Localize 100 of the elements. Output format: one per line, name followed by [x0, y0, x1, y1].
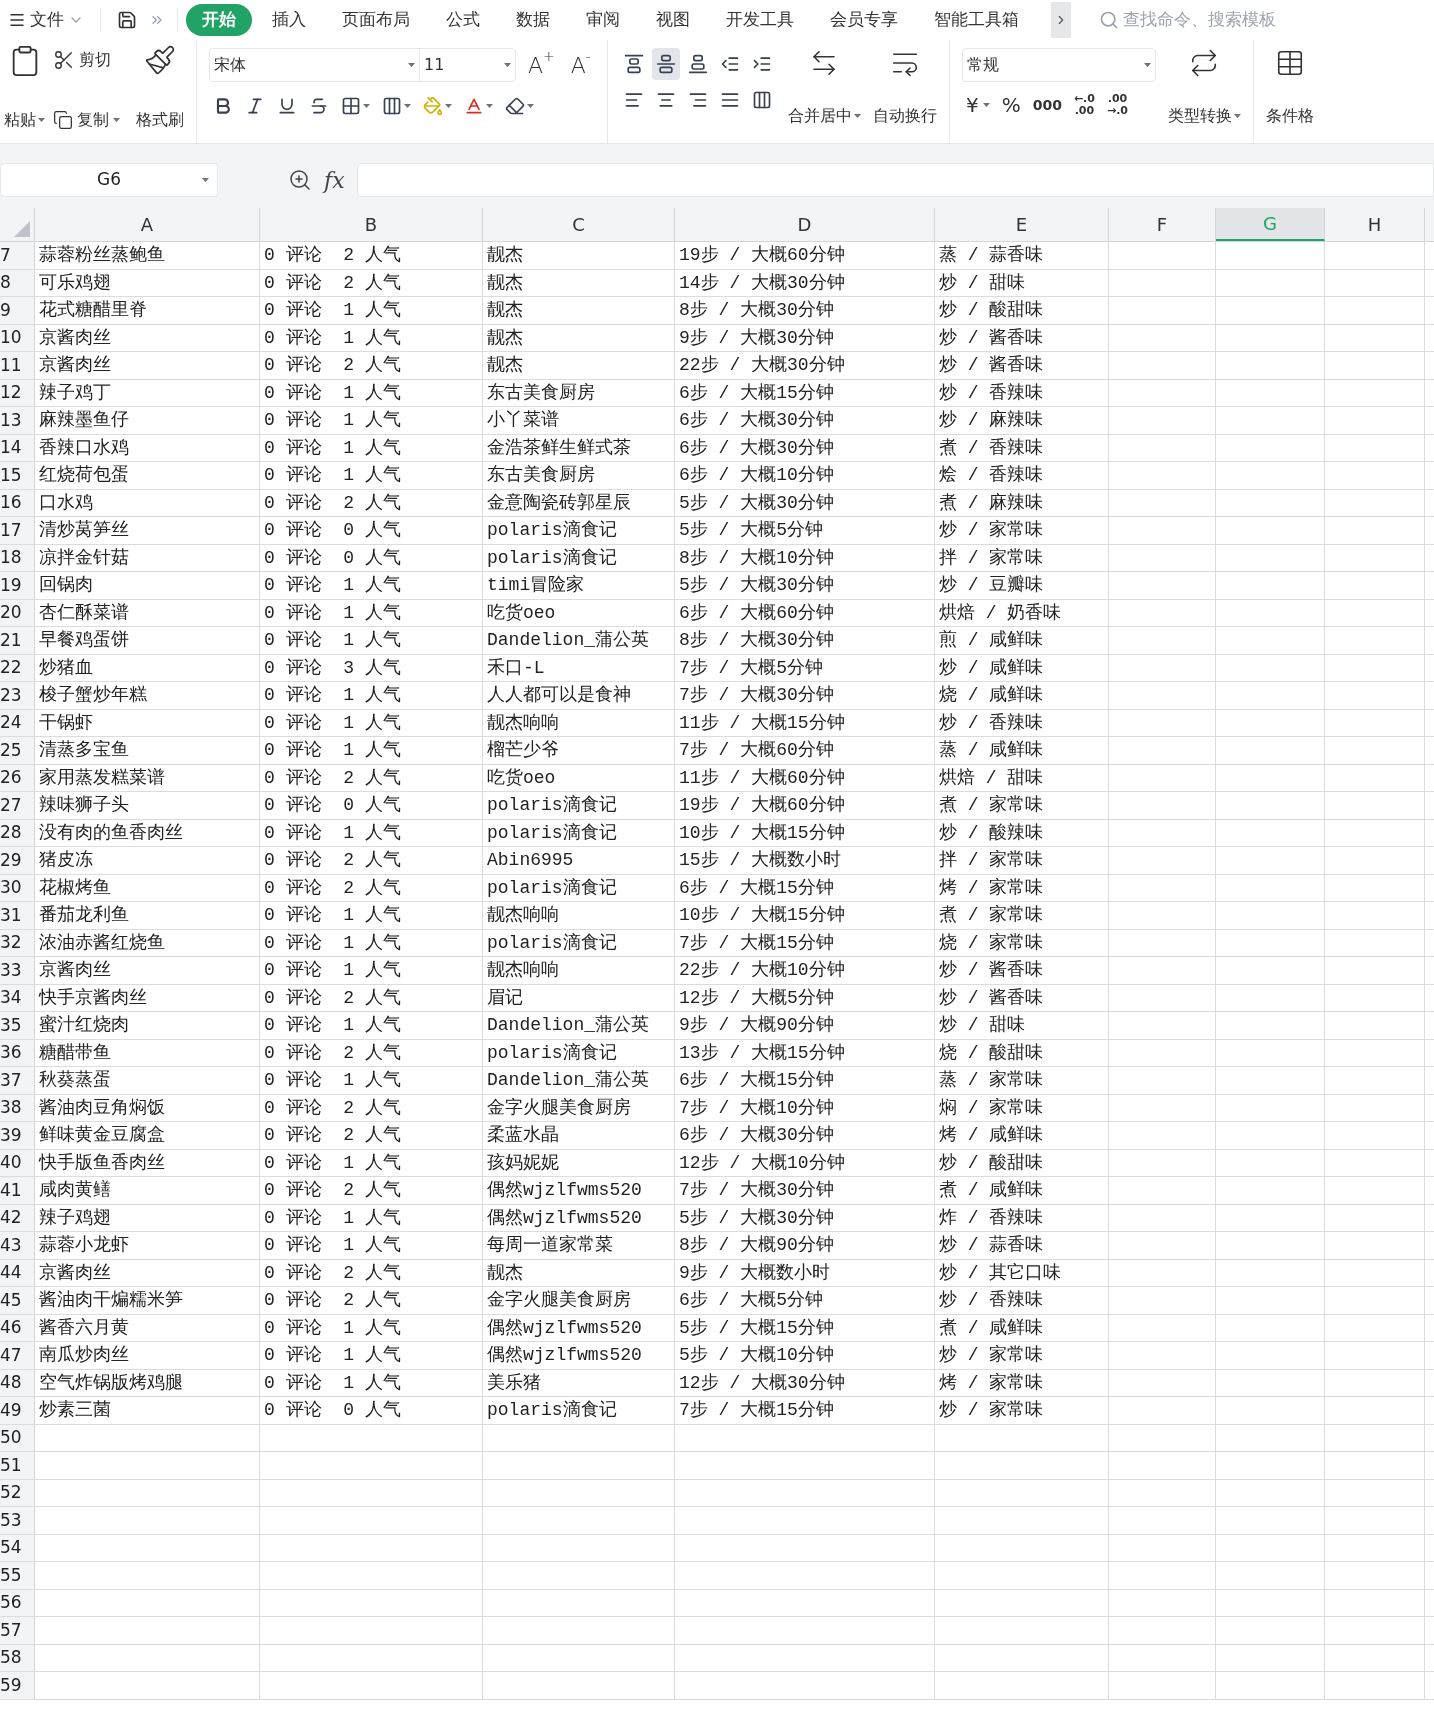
merge-center-button[interactable]: 合并居中	[787, 48, 861, 136]
ribbon-tab[interactable]: 插入	[256, 4, 322, 36]
search-field[interactable]: 查找命令、搜索模板	[1095, 4, 1327, 36]
ribbon-tab[interactable]: 视图	[640, 4, 706, 36]
row-number[interactable]: 49	[0, 1397, 35, 1424]
row-number[interactable]: 34	[0, 984, 35, 1011]
table-cell: 蜜汁红烧肉	[39, 1016, 129, 1035]
percent-button[interactable]: %	[997, 90, 1025, 120]
row-number[interactable]: 13	[0, 407, 35, 434]
align-middle-button[interactable]	[651, 48, 680, 80]
table-cell: 番茄龙利鱼	[39, 906, 129, 925]
row-number[interactable]: 7	[0, 242, 35, 269]
row-number[interactable]: 50	[0, 1424, 35, 1451]
row-number[interactable]: 38	[0, 1094, 35, 1121]
row-number[interactable]: 11	[0, 352, 35, 379]
decrease-decimal-button[interactable]: .00 →.0	[1102, 93, 1133, 117]
row-number[interactable]: 57	[0, 1617, 35, 1644]
row-number[interactable]: 53	[0, 1507, 35, 1534]
row-number[interactable]: 36	[0, 1039, 35, 1066]
row-number[interactable]: 21	[0, 627, 35, 654]
column-header[interactable]: D	[675, 208, 935, 241]
row-number[interactable]: 23	[0, 682, 35, 709]
table-cell: 家用蒸发糕菜谱	[39, 768, 165, 787]
row-number[interactable]: 45	[0, 1287, 35, 1314]
row-number[interactable]: 39	[0, 1122, 35, 1149]
row-number[interactable]: 22	[0, 654, 35, 681]
column-header[interactable]: B	[260, 208, 483, 241]
row-number[interactable]: 16	[0, 489, 35, 516]
name-box[interactable]: G6	[0, 163, 218, 197]
row-number[interactable]: 8	[0, 269, 35, 296]
row-number[interactable]: 55	[0, 1562, 35, 1589]
row-number[interactable]: 51	[0, 1452, 35, 1479]
row-number[interactable]: 20	[0, 599, 35, 626]
ribbon-tab[interactable]: 会员专享	[814, 4, 914, 36]
row-number[interactable]: 54	[0, 1534, 35, 1561]
row-number[interactable]: 10	[0, 324, 35, 351]
conditional-format-button[interactable]: 条件格	[1265, 48, 1314, 136]
ribbon-tab[interactable]: 页面布局	[326, 4, 426, 36]
row-number[interactable]: 58	[0, 1644, 35, 1671]
row-number[interactable]: 12	[0, 379, 35, 406]
zoom-button[interactable]	[288, 168, 312, 192]
row-number[interactable]: 28	[0, 819, 35, 846]
column-header[interactable]: E	[935, 208, 1109, 241]
decrease-font-button[interactable]: A-	[566, 48, 595, 82]
ribbon-tab[interactable]: 开发工具	[710, 4, 810, 36]
row-number[interactable]: 30	[0, 874, 35, 901]
row-number[interactable]: 15	[0, 462, 35, 489]
copy-button[interactable]: 复制	[53, 108, 120, 132]
row-number[interactable]: 26	[0, 764, 35, 791]
row-number[interactable]: 17	[0, 517, 35, 544]
increase-decimal-button[interactable]: ←.0 .00	[1069, 93, 1099, 117]
row-number[interactable]: 31	[0, 902, 35, 929]
currency-button[interactable]: ¥	[961, 90, 994, 120]
increase-font-button[interactable]: A+	[524, 48, 559, 82]
row-number[interactable]: 48	[0, 1369, 35, 1396]
table-cell: 秋葵蒸蛋	[39, 1071, 111, 1090]
file-menu[interactable]: 文件	[0, 4, 92, 36]
ribbon-tab[interactable]: 审阅	[570, 4, 636, 36]
row-number[interactable]: 19	[0, 572, 35, 599]
column-header[interactable]: A	[35, 208, 260, 241]
ribbon-tab[interactable]: 公式	[430, 4, 496, 36]
table-cell: 0 评论 1 人气	[264, 823, 401, 842]
row-number[interactable]: 52	[0, 1479, 35, 1506]
row-number[interactable]: 56	[0, 1589, 35, 1616]
formula-field[interactable]	[356, 163, 1434, 197]
row-number[interactable]: 24	[0, 709, 35, 736]
type-convert-button[interactable]: 类型转换	[1167, 48, 1241, 136]
format-painter-button[interactable]: 格式刷	[136, 44, 184, 136]
ribbon-tab[interactable]: 智能工具箱	[918, 4, 1035, 36]
row-number[interactable]: 59	[0, 1672, 35, 1699]
paste-button[interactable]: 粘贴	[4, 44, 45, 136]
row-number[interactable]: 41	[0, 1177, 35, 1204]
row-number[interactable]: 35	[0, 1012, 35, 1039]
row-number[interactable]: 33	[0, 957, 35, 984]
table-cell: 6步 / 大概15分钟	[679, 1071, 834, 1090]
row-number[interactable]: 44	[0, 1259, 35, 1286]
row-number[interactable]: 18	[0, 544, 35, 571]
row-number[interactable]: 32	[0, 929, 35, 956]
column-header[interactable]: C	[483, 208, 675, 241]
row-number[interactable]: 46	[0, 1314, 35, 1341]
table-cell: polaris滴食记	[487, 548, 617, 567]
column-header[interactable]: H	[1325, 208, 1425, 241]
row-number[interactable]: 37	[0, 1067, 35, 1094]
ribbon-tab[interactable]: 数据	[500, 4, 566, 36]
row-number[interactable]: 25	[0, 737, 35, 764]
row-number[interactable]: 14	[0, 434, 35, 461]
cut-button[interactable]: 剪切	[53, 48, 120, 72]
row-number[interactable]: 43	[0, 1232, 35, 1259]
row-number[interactable]: 40	[0, 1149, 35, 1176]
function-label[interactable]: fx	[324, 163, 345, 197]
row-number[interactable]: 42	[0, 1204, 35, 1231]
wrap-text-button[interactable]: 自动换行	[872, 48, 937, 136]
row-number[interactable]: 29	[0, 847, 35, 874]
number-format-select[interactable]: 常规	[961, 48, 1156, 82]
outdent-icon	[719, 54, 740, 74]
thousands-button[interactable]: 000	[1028, 94, 1066, 116]
row-number[interactable]: 47	[0, 1342, 35, 1369]
table-cell: 0 评论 2 人气	[264, 493, 401, 512]
row-number[interactable]: 27	[0, 792, 35, 819]
row-number[interactable]: 9	[0, 297, 35, 324]
